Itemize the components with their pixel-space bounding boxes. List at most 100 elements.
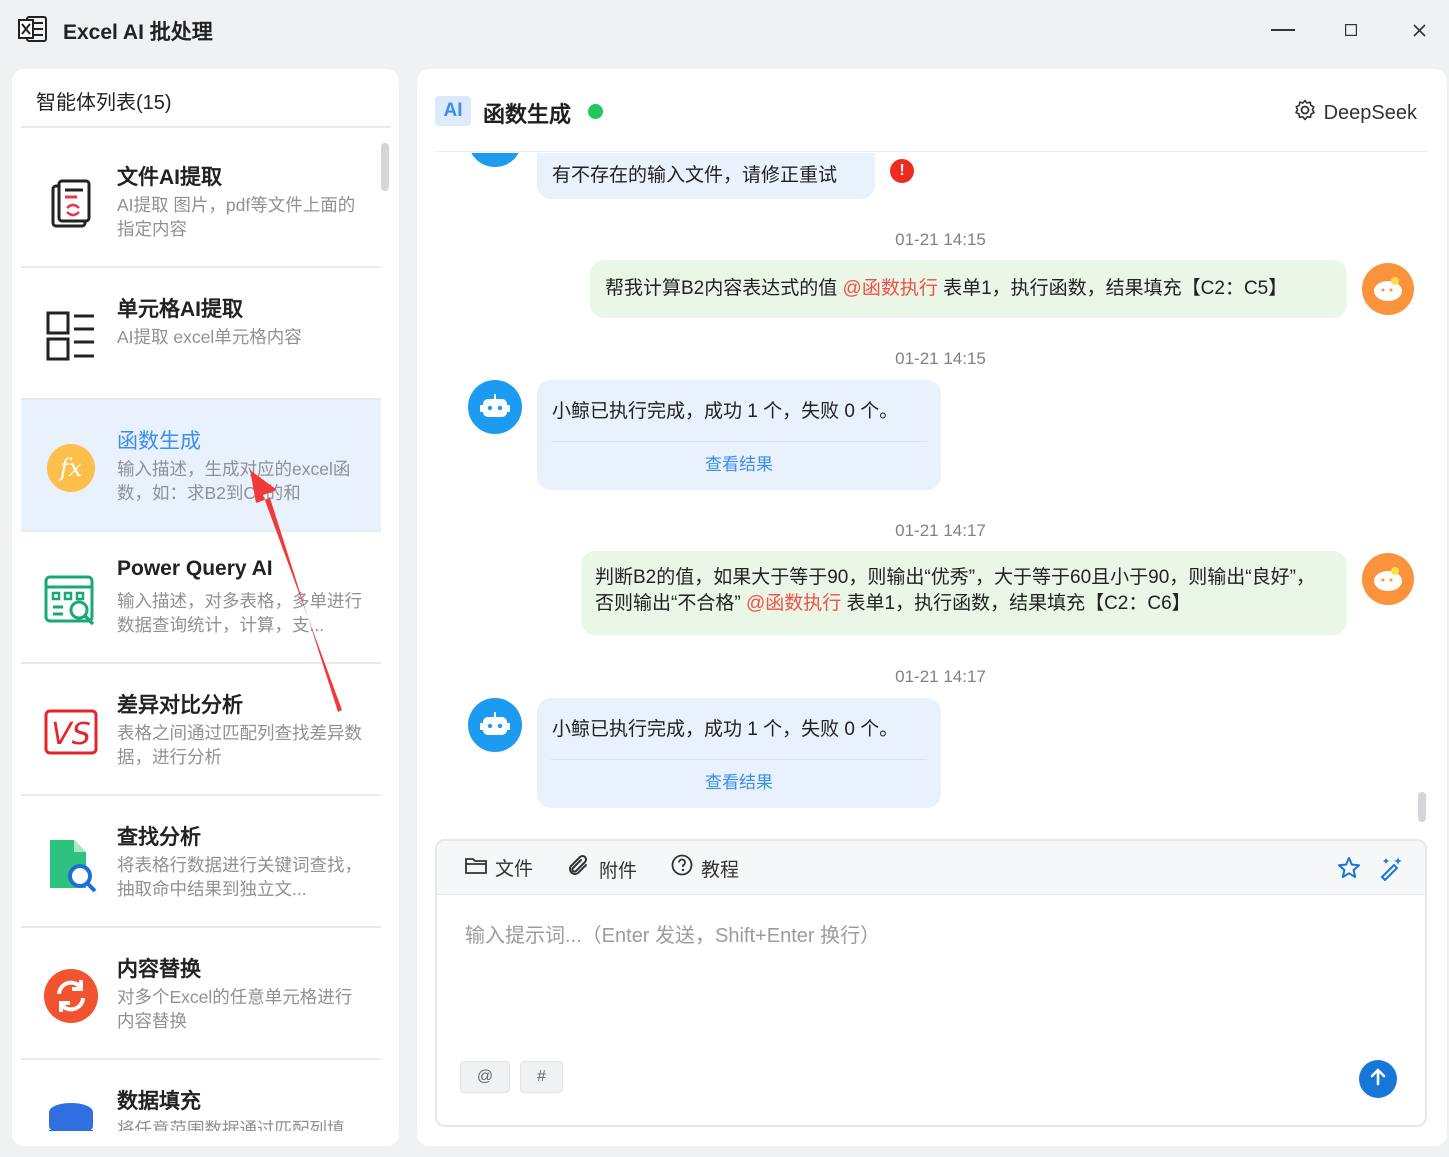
agent-name: 查找分析 xyxy=(117,826,201,849)
power-query-icon xyxy=(43,572,99,628)
hashtag-button[interactable]: # xyxy=(520,1061,563,1093)
view-result-link[interactable]: 查看结果 xyxy=(537,450,941,475)
message-timestamp: 01-21 14:17 xyxy=(895,667,986,686)
agent-name: 数据填充 xyxy=(117,1090,201,1113)
agent-list-scrollbar[interactable] xyxy=(381,143,389,191)
bot-avatar xyxy=(468,698,522,752)
agent-item-data-fill[interactable]: 数据填充 将任意范围数据通过匹配列填 xyxy=(21,1060,381,1131)
model-name: DeepSeek xyxy=(1323,101,1417,124)
agent-item-file-extract[interactable]: 文件AI提取 AI提取 图片，pdf等文件上面的指定内容 xyxy=(21,136,381,268)
error-icon[interactable]: ! xyxy=(890,159,914,183)
agent-desc: 输入描述，对多表格，多单进行数据查询统计，计算，支... xyxy=(117,591,362,635)
magic-pen-icon[interactable] xyxy=(1376,853,1406,883)
view-result-link[interactable]: 查看结果 xyxy=(537,768,941,793)
agent-item-diff-compare[interactable]: VS 差异对比分析 表格之间通过匹配列查找差异数据，进行分析 xyxy=(21,664,381,796)
divider xyxy=(551,759,927,760)
message-timestamp: 01-21 14:15 xyxy=(895,230,986,249)
agent-desc: 表格之间通过匹配列查找差异数据，进行分析 xyxy=(117,723,362,767)
user-message-bubble: 判断B2的值，如果大于等于90，则输出“优秀”，大于等于60且小于90，则输出“… xyxy=(581,551,1347,635)
agent-item-function-gen[interactable]: fx 函数生成 输入描述，生成对应的excel函数，如：求B2到C2的和 xyxy=(21,400,381,532)
vs-compare-icon: VS xyxy=(43,704,99,760)
message-timestamp: 01-21 14:17 xyxy=(895,521,986,540)
settings-gear-icon xyxy=(1294,99,1316,127)
agent-name: 函数生成 xyxy=(117,430,201,453)
agent-desc: 输入描述，生成对应的excel函数，如：求B2到C2的和 xyxy=(117,459,351,503)
user-message-text: 表单1，执行函数，结果填充【C2：C5】 xyxy=(937,278,1288,299)
mention-tag[interactable]: @函数执行 xyxy=(746,593,841,614)
composer-toolbar: 文件 附件 教程 xyxy=(437,841,1425,895)
search-file-icon xyxy=(43,836,99,892)
agent-list-panel: 智能体列表(15) 文件AI提取 AI提取 图片，pdf等文件上面的指定内容 单… xyxy=(12,69,399,1146)
bot-message-text: 小鲸已执行完成，成功 1 个，失败 0 个。 xyxy=(552,401,899,422)
message-scrollbar[interactable] xyxy=(1418,792,1426,822)
agent-item-content-replace[interactable]: 内容替换 对多个Excel的任意单元格进行内容替换 xyxy=(21,928,381,1060)
prompt-composer: 文件 附件 教程 @ # xyxy=(435,839,1427,1127)
tutorial-button[interactable]: 教程 xyxy=(671,854,739,882)
title-bar: Excel AI 批处理 xyxy=(0,0,1449,60)
agent-name: 内容替换 xyxy=(117,958,201,981)
bot-message-text: 小鲸已执行完成，成功 1 个，失败 0 个。 xyxy=(552,719,899,740)
user-avatar xyxy=(1362,553,1414,605)
user-message-text: 表单1，执行函数，结果填充【C2：C6】 xyxy=(841,593,1191,614)
divider xyxy=(551,441,927,442)
agent-name: Power Query AI xyxy=(117,557,273,580)
agent-item-power-query[interactable]: Power Query AI 输入描述，对多表格，多单进行数据查询统计，计算，支… xyxy=(21,532,381,664)
attachment-button-label: 附件 xyxy=(599,860,638,882)
mention-at-button[interactable]: @ xyxy=(460,1061,510,1093)
agent-desc: AI提取 excel单元格内容 xyxy=(117,327,302,347)
agent-desc: 将任意范围数据通过匹配列填 xyxy=(117,1119,345,1131)
mention-tag[interactable]: @函数执行 xyxy=(843,278,938,299)
svg-text:VS: VS xyxy=(51,717,91,752)
agent-name: 文件AI提取 xyxy=(117,166,222,189)
attachment-button[interactable]: 附件 xyxy=(567,854,637,884)
ai-badge: AI xyxy=(435,96,471,126)
star-icon[interactable] xyxy=(1334,853,1364,883)
bot-message-bubble: 小鲸已执行完成，成功 1 个，失败 0 个。 查看结果 xyxy=(537,380,941,490)
document-extract-icon xyxy=(43,176,99,232)
divider xyxy=(435,151,1428,152)
user-message-bubble: 帮我计算B2内容表达式的值 @函数执行 表单1，执行函数，结果填充【C2：C5】 xyxy=(590,260,1347,318)
send-button[interactable] xyxy=(1359,1060,1397,1098)
file-button[interactable]: 文件 xyxy=(465,854,533,881)
chat-panel: AI 函数生成 DeepSeek 有不存在的输入文件，请修正重试 ! 01-21… xyxy=(417,69,1447,1146)
app-title: Excel AI 批处理 xyxy=(63,21,213,44)
minimize-icon[interactable] xyxy=(1263,14,1303,46)
replace-refresh-icon xyxy=(43,968,99,1024)
agent-item-search-analysis[interactable]: 查找分析 将表格行数据进行关键词查找，抽取命中结果到独立文... xyxy=(21,796,381,928)
database-icon xyxy=(43,1100,99,1131)
file-button-label: 文件 xyxy=(495,859,534,880)
bot-message-text: 有不存在的输入文件，请修正重试 xyxy=(552,165,838,186)
maximize-icon[interactable] xyxy=(1331,14,1371,46)
agent-desc: AI提取 图片，pdf等文件上面的指定内容 xyxy=(117,195,356,239)
close-icon[interactable] xyxy=(1399,14,1439,46)
agent-item-cell-extract[interactable]: 单元格AI提取 AI提取 excel单元格内容 xyxy=(21,268,381,400)
chat-title: 函数生成 xyxy=(483,102,572,127)
message-list: 有不存在的输入文件，请修正重试 ! 01-21 14:15 帮我计算B2内容表达… xyxy=(417,153,1447,823)
cell-grid-icon xyxy=(43,308,99,364)
folder-icon xyxy=(465,856,487,880)
arrow-up-icon xyxy=(1369,1068,1387,1091)
help-circle-icon xyxy=(671,854,693,882)
agent-desc: 对多个Excel的任意单元格进行内容替换 xyxy=(117,987,353,1031)
bot-avatar xyxy=(468,153,522,167)
agent-list: 文件AI提取 AI提取 图片，pdf等文件上面的指定内容 单元格AI提取 AI提… xyxy=(21,136,381,1131)
agent-list-header: 智能体列表(15) xyxy=(36,92,172,114)
paperclip-icon xyxy=(567,854,591,884)
svg-text:fx: fx xyxy=(58,454,83,482)
bot-message-bubble: 小鲸已执行完成，成功 1 个，失败 0 个。 查看结果 xyxy=(537,698,941,808)
message-timestamp: 01-21 14:15 xyxy=(895,349,986,368)
excel-logo-icon xyxy=(18,15,48,43)
agent-name: 单元格AI提取 xyxy=(117,298,243,321)
function-fx-icon: fx xyxy=(43,440,99,496)
user-message-text: 帮我计算B2内容表达式的值 xyxy=(605,278,843,299)
model-selector[interactable]: DeepSeek xyxy=(1294,99,1417,127)
user-avatar xyxy=(1362,263,1414,315)
bot-message-bubble: 有不存在的输入文件，请修正重试 xyxy=(537,153,875,199)
online-status-dot xyxy=(588,104,603,119)
prompt-input[interactable] xyxy=(465,925,1365,948)
divider xyxy=(21,126,391,128)
agent-name: 差异对比分析 xyxy=(117,694,243,717)
agent-desc: 将表格行数据进行关键词查找，抽取命中结果到独立文... xyxy=(117,855,362,899)
tutorial-button-label: 教程 xyxy=(701,859,740,881)
bot-avatar xyxy=(468,380,522,434)
